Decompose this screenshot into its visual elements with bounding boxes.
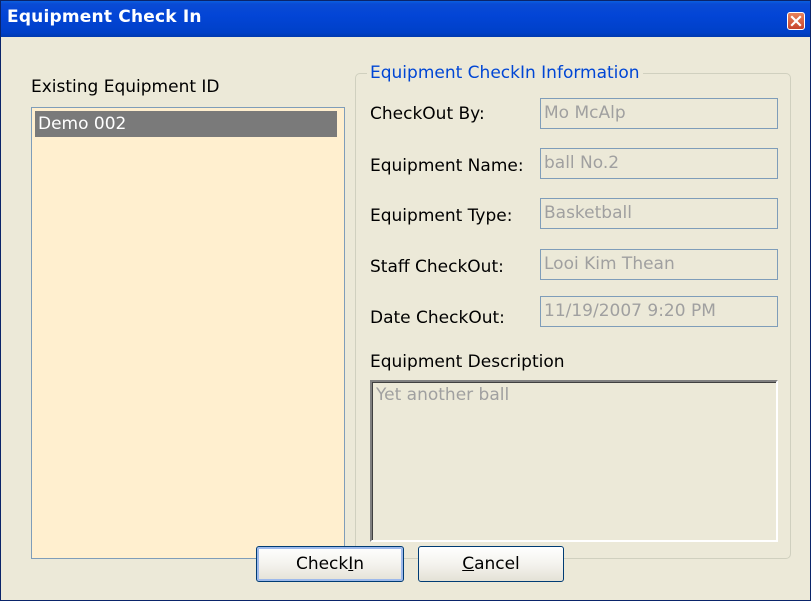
checkin-label-pre: Check xyxy=(295,554,349,574)
window-title: Equipment Check In xyxy=(7,7,202,27)
equipment-name-field[interactable]: ball No.2 xyxy=(540,148,778,179)
staff-checkout-label: Staff CheckOut: xyxy=(370,257,504,277)
cancel-button[interactable]: Cancel xyxy=(418,546,564,582)
cancel-label-mnemonic: C xyxy=(462,554,475,574)
checkin-info-group-title: Equipment CheckIn Information xyxy=(367,63,643,83)
equipment-id-listbox[interactable]: Demo 002 xyxy=(31,107,345,559)
cancel-label-post: ancel xyxy=(474,554,520,574)
equipment-type-field[interactable]: Basketball xyxy=(540,198,778,229)
equipment-description-textarea[interactable]: Yet another ball xyxy=(370,380,778,542)
existing-equipment-id-label: Existing Equipment ID xyxy=(31,77,220,97)
date-checkout-label: Date CheckOut: xyxy=(370,308,505,328)
equipment-description-label: Equipment Description xyxy=(370,352,565,372)
title-bar[interactable]: Equipment Check In xyxy=(1,1,810,37)
close-button[interactable] xyxy=(787,12,805,30)
close-icon xyxy=(790,15,802,27)
checkout-by-field[interactable]: Mo McAlp xyxy=(540,98,778,129)
checkout-by-label: CheckOut By: xyxy=(370,104,485,124)
staff-checkout-field[interactable]: Looi Kim Thean xyxy=(540,249,778,280)
list-item-demo-002[interactable]: Demo 002 xyxy=(35,111,337,137)
equipment-name-label: Equipment Name: xyxy=(370,156,524,176)
equipment-type-label: Equipment Type: xyxy=(370,206,513,226)
equipment-check-in-dialog: Equipment Check In Existing Equipment ID… xyxy=(0,0,811,601)
checkin-button[interactable]: CheckIn xyxy=(256,546,404,582)
date-checkout-field[interactable]: 11/19/2007 9:20 PM xyxy=(540,296,778,327)
checkin-label-post: n xyxy=(353,554,365,574)
